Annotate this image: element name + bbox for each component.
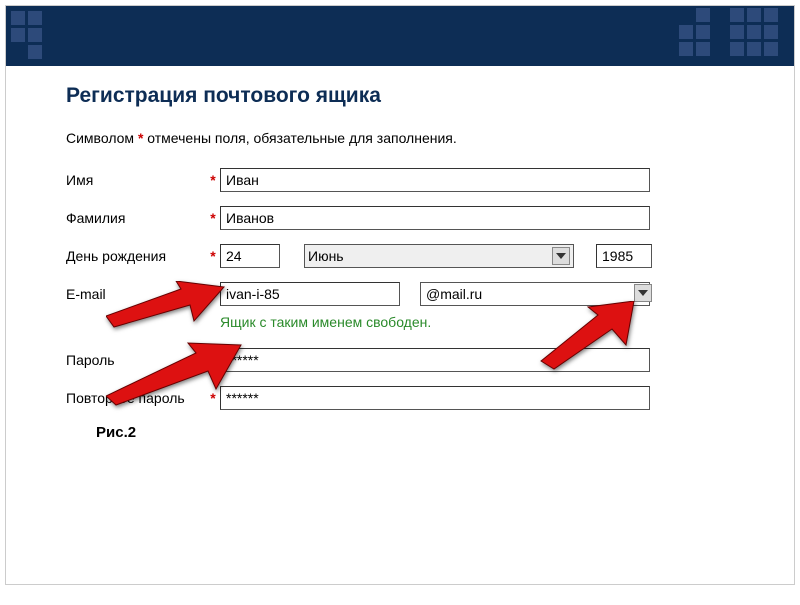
- decor-square: [28, 28, 42, 42]
- decor-square: [747, 42, 761, 56]
- email-label: E-mail: [66, 286, 206, 302]
- decor-square: [764, 25, 778, 39]
- decor-square: [696, 8, 710, 22]
- figure-caption: Рис.2: [96, 424, 754, 441]
- password-confirm-input[interactable]: [220, 386, 650, 410]
- slide-topbar: [6, 6, 794, 66]
- decor-square: [11, 28, 25, 42]
- birthday-month-select[interactable]: Июнь: [304, 244, 574, 268]
- email-domain-select[interactable]: @mail.ru: [420, 282, 650, 306]
- asterisk-icon: *: [206, 210, 220, 226]
- decor-square: [679, 42, 693, 56]
- decor-square: [730, 42, 744, 56]
- decor-square: [11, 11, 25, 25]
- decor-square: [764, 42, 778, 56]
- chevron-down-icon: [552, 247, 570, 265]
- birthday-year-input[interactable]: [596, 244, 652, 268]
- note-pre: Символом: [66, 130, 138, 146]
- email-availability-message: Ящик с таким именем свободен.: [220, 314, 754, 330]
- birthday-day-input[interactable]: [220, 244, 280, 268]
- decor-square: [764, 8, 778, 22]
- decor-square: [747, 8, 761, 22]
- chevron-down-icon: [634, 284, 652, 302]
- email-domain-value: @mail.ru: [426, 286, 482, 302]
- first-name-input[interactable]: [220, 168, 650, 192]
- birthday-label: День рождения: [66, 248, 206, 264]
- decor-square: [730, 8, 744, 22]
- asterisk-icon: *: [206, 286, 220, 302]
- decor-square: [696, 25, 710, 39]
- asterisk-icon: *: [206, 172, 220, 188]
- password-input[interactable]: [220, 348, 650, 372]
- birthday-month-value: Июнь: [308, 248, 344, 264]
- email-username-input[interactable]: [220, 282, 400, 306]
- asterisk-icon: *: [206, 248, 220, 264]
- asterisk-icon: *: [206, 390, 220, 406]
- last-name-label: Фамилия: [66, 210, 206, 226]
- decor-square: [28, 11, 42, 25]
- required-note: Символом * отмечены поля, обязательные д…: [66, 130, 754, 146]
- decor-square: [696, 42, 710, 56]
- decor-square: [679, 25, 693, 39]
- first-name-label: Имя: [66, 172, 206, 188]
- password-confirm-label: Повторите пароль: [66, 390, 206, 406]
- password-label: Пароль: [66, 352, 206, 368]
- asterisk-icon: *: [206, 352, 220, 368]
- note-post: отмечены поля, обязательные для заполнен…: [143, 130, 456, 146]
- decor-square: [747, 25, 761, 39]
- page-title: Регистрация почтового ящика: [66, 84, 754, 108]
- decor-square: [28, 45, 42, 59]
- decor-square: [730, 25, 744, 39]
- last-name-input[interactable]: [220, 206, 650, 230]
